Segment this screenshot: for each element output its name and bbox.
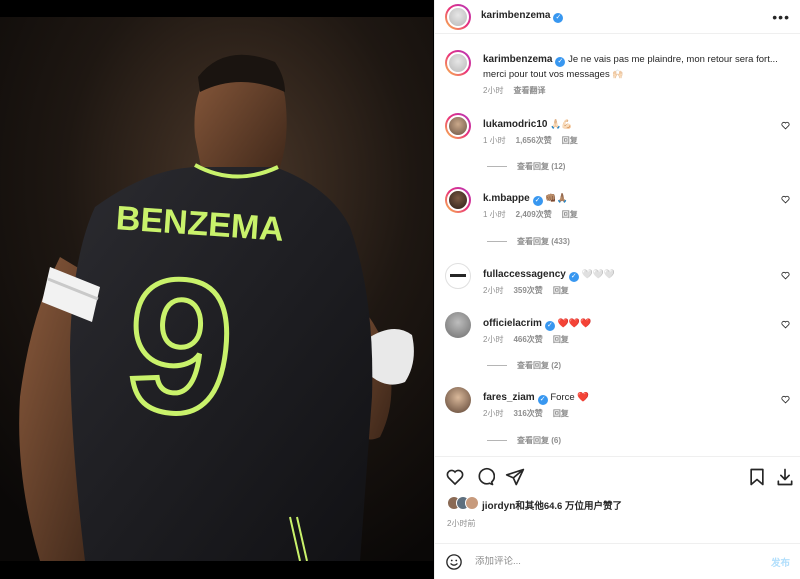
like-heart-icon[interactable] [445,467,465,487]
see-translation-link[interactable]: 查看翻译 [513,85,545,96]
comment-time[interactable]: 2小时 [483,334,503,345]
caption-time[interactable]: 2小时 [483,85,503,96]
view-replies-label[interactable]: 查看回复 (6) [517,435,561,446]
reply-button[interactable]: 回复 [553,334,569,345]
commenter-avatar[interactable] [445,263,471,289]
replies-line [487,241,507,242]
comment-likes[interactable]: 359次赞 [513,285,542,296]
comment-composer: 发布 [435,543,800,579]
view-replies-button[interactable]: 查看回复 (6) [487,435,561,446]
comment-item: officielacrim ✓ ❤️❤️❤️ 2小时 466次赞 回复 [445,312,790,345]
reply-button[interactable]: 回复 [553,285,569,296]
commenter-username[interactable]: lukamodric10 [483,119,547,130]
comment-text: 🤍🤍🤍 [581,269,616,279]
more-options-icon[interactable]: ••• [772,9,790,25]
liker-username[interactable]: jiordyn [482,501,515,512]
comment-bubble-icon[interactable] [475,467,495,487]
post-header: karimbenzema ✓ ••• [435,0,800,34]
comment-text: Force ❤️ [550,392,590,403]
comments-list: karimbenzema ✓ Je ne vais pas me plaindre… [435,35,800,455]
caption-username[interactable]: karimbenzema [483,54,552,65]
comment-likes[interactable]: 1,656次赞 [516,135,552,146]
verified-badge-icon: ✓ [555,57,566,67]
commenter-avatar[interactable] [445,312,471,338]
replies-line [487,365,507,366]
like-comment-heart-icon[interactable] [781,395,790,404]
comment-likes[interactable]: 316次赞 [513,408,542,419]
author-avatar[interactable] [445,3,471,30]
commenter-username[interactable]: fares_ziam [483,392,535,403]
author-name-wrap[interactable]: karimbenzema ✓ [481,10,564,23]
caption-emoji: 🙌🏻 [612,69,624,79]
view-replies-button[interactable]: 查看回复 (433) [487,236,570,247]
like-comment-heart-icon[interactable] [781,271,790,280]
liker-avatars [447,496,479,513]
action-bar [435,456,800,496]
verified-badge-icon: ✓ [532,196,543,206]
post-modal: BENZEMA 9 karimbenzema ✓ ••• karimbenzem… [0,0,800,579]
comment-text: 👊🏽🙏🏽 [545,193,568,203]
comment-text: ❤️❤️❤️ [557,318,592,328]
post-photo[interactable]: BENZEMA 9 [0,17,433,561]
comment-item: k.mbappe ✓ 👊🏽🙏🏽 1 小时 2,409次赞 回复 [445,187,790,220]
comment-likes[interactable]: 466次赞 [513,334,542,345]
like-comment-heart-icon[interactable] [781,195,790,204]
like-comment-heart-icon[interactable] [781,121,790,130]
commenter-username[interactable]: fullaccessagency [483,269,566,280]
author-username[interactable]: karimbenzema [481,10,550,21]
commenter-username[interactable]: officielacrim [483,318,542,329]
likes-count-text[interactable]: 和其他64.6 万位用户赞了 [515,501,622,512]
download-icon[interactable] [775,467,795,487]
post-details-panel: karimbenzema ✓ ••• karimbenzema ✓ Je ne va… [434,0,800,579]
comment-time[interactable]: 2小时 [483,285,503,296]
commenter-avatar[interactable] [445,387,471,413]
commenter-avatar[interactable] [445,113,471,139]
post-comment-button[interactable]: 发布 [771,555,790,569]
view-replies-label[interactable]: 查看回复 (12) [517,161,565,172]
view-replies-button[interactable]: 查看回复 (2) [487,360,561,371]
comment-time[interactable]: 1 小时 [483,135,506,146]
caption: karimbenzema ✓ Je ne vais pas me plaindre… [445,50,790,96]
replies-line [487,166,507,167]
like-comment-heart-icon[interactable] [781,320,790,329]
commenter-avatar[interactable] [445,187,471,213]
commenter-username[interactable]: k.mbappe [483,193,530,204]
reply-button[interactable]: 回复 [562,209,578,220]
reply-button[interactable]: 回复 [562,135,578,146]
share-send-icon[interactable] [505,467,525,487]
comment-time[interactable]: 2小时 [483,408,503,419]
reply-button[interactable]: 回复 [553,408,569,419]
comment-text: 🙏🏻💪🏻 [550,119,573,129]
verified-badge-icon: ✓ [537,395,548,405]
comment-likes[interactable]: 2,409次赞 [516,209,552,220]
player-image: BENZEMA 9 [0,17,433,561]
verified-badge-icon: ✓ [544,321,555,331]
comment-item: fares_ziam ✓ Force ❤️ 2小时 316次赞 回复 [445,387,790,419]
verified-badge-icon: ✓ [568,272,579,282]
view-replies-label[interactable]: 查看回复 (433) [517,236,570,247]
caption-avatar[interactable] [445,50,471,76]
comment-time[interactable]: 1 小时 [483,209,506,220]
likes-summary[interactable]: jiordyn和其他64.6 万位用户赞了 [447,496,622,513]
verified-badge-icon: ✓ [553,13,564,23]
comment-input[interactable] [475,556,771,567]
post-timestamp[interactable]: 2小时前 [447,518,475,529]
view-replies-label[interactable]: 查看回复 (2) [517,360,561,371]
replies-line [487,440,507,441]
emoji-smiley-icon[interactable] [445,553,463,571]
comment-item: lukamodric10 🙏🏻💪🏻 1 小时 1,656次赞 回复 [445,113,790,146]
jersey-number: 9 [116,236,243,458]
view-replies-button[interactable]: 查看回复 (12) [487,161,565,172]
save-bookmark-icon[interactable] [747,467,767,487]
comment-item: fullaccessagency ✓ 🤍🤍🤍 2小时 359次赞 回复 [445,263,790,296]
